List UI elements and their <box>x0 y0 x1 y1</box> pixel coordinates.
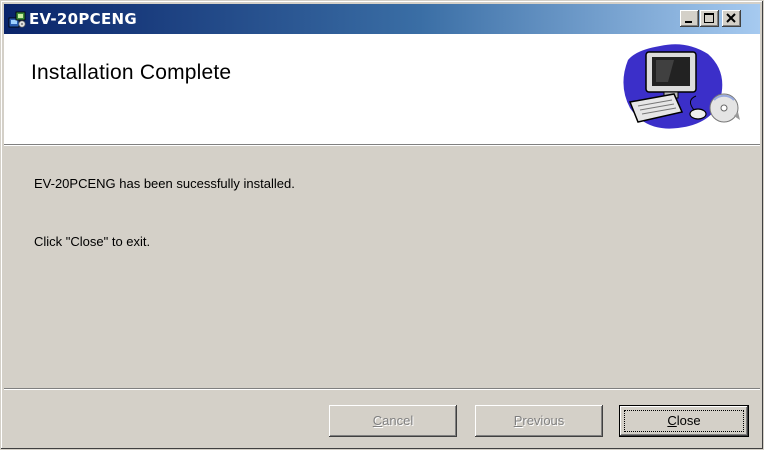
minimize-icon <box>685 21 692 23</box>
installer-window: EV-20PCENG Installation Complete EV-20PC… <box>0 0 764 450</box>
install-success-message: EV-20PCENG has been sucessfully installe… <box>34 176 295 191</box>
installer-app-icon <box>8 11 26 28</box>
header-separator <box>4 144 760 146</box>
maximize-icon <box>704 13 714 23</box>
footer-separator <box>4 388 760 390</box>
focus-rectangle <box>624 410 744 432</box>
cancel-accelerator: C <box>372 413 383 428</box>
exit-instruction: Click "Close" to exit. <box>34 234 151 249</box>
close-button[interactable]: Close <box>619 405 749 437</box>
dialog-header: Installation Complete <box>4 34 760 144</box>
window-title: EV-20PCENG <box>29 10 137 28</box>
close-window-button[interactable] <box>722 10 741 27</box>
close-icon <box>726 13 736 23</box>
computer-setup-icon <box>623 44 740 129</box>
maximize-button[interactable] <box>700 10 719 27</box>
cancel-label: ancel <box>382 413 414 428</box>
title-bar[interactable]: EV-20PCENG <box>4 4 760 34</box>
cancel-button[interactable]: Cancel <box>329 405 457 437</box>
previous-label: revious <box>522 413 565 428</box>
page-title: Installation Complete <box>31 61 232 84</box>
previous-button[interactable]: Previous <box>475 405 603 437</box>
minimize-button[interactable] <box>680 10 699 27</box>
